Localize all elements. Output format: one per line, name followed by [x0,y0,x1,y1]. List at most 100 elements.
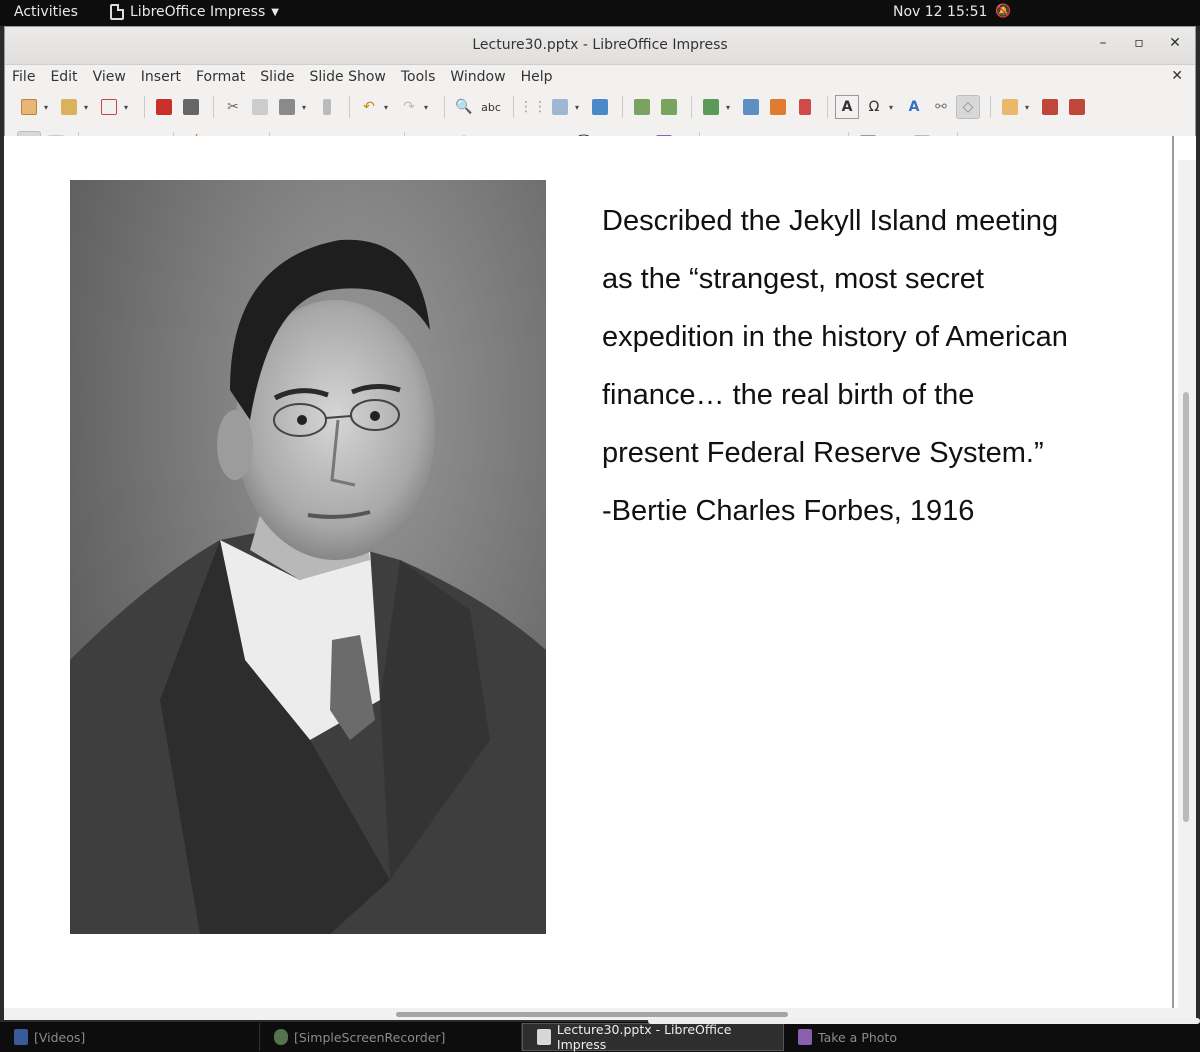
new-document-icon[interactable] [17,95,41,119]
start-from-first-icon[interactable] [1038,95,1062,119]
folder-icon [14,1029,28,1045]
views-dropdown-icon[interactable]: ▾ [575,103,583,112]
menu-slide-show[interactable]: Slide Show [308,69,392,85]
toolbar-separator [990,96,991,118]
menu-window[interactable]: Window [449,69,512,85]
export-pdf-icon[interactable] [152,95,176,119]
taskbar-progress-indicator [648,1018,1200,1024]
quote-line: finance… the real birth of the [602,379,975,411]
open-folder-icon[interactable] [57,95,81,119]
menu-file[interactable]: File [11,69,42,85]
new-dropdown-icon[interactable]: ▾ [44,103,52,112]
standard-toolbar: ▾ ▾ ▾ ✂ ▾ ↶ ▾ ↷ ▾ 🔍 abc ⋮⋮ ▾ ▾ A Ω ▾ A ⚯ ◇ [5,89,1195,125]
image-icon[interactable] [739,95,763,119]
menu-view[interactable]: View [92,69,133,85]
save-icon[interactable] [97,95,121,119]
menu-slide[interactable]: Slide [259,69,301,85]
table-icon[interactable] [699,95,723,119]
cut-icon[interactable]: ✂ [221,95,245,119]
special-character-dropdown-icon[interactable]: ▾ [889,103,897,112]
menu-edit[interactable]: Edit [49,69,84,85]
menu-format[interactable]: Format [195,69,252,85]
clone-formatting-icon[interactable] [315,95,339,119]
close-button[interactable]: ✕ [1167,35,1183,51]
task-label: Lecture30.pptx - LibreOffice Impress [556,1022,732,1052]
toolbar-separator [213,96,214,118]
menu-bar: File Edit View Insert Format Slide Slide… [5,65,1195,89]
portrait-photo [70,180,546,934]
task-label: [Videos] [34,1029,86,1045]
quote-line: expedition in the history of American [602,321,1068,353]
toolbar-separator [349,96,350,118]
system-top-bar: Activities LibreOffice Impress ▼ Nov 12 … [0,0,1200,26]
task-label: [SimpleScreenRecorder] [294,1029,446,1045]
fontwork-icon[interactable]: A [902,95,926,119]
vertical-scrollbar[interactable] [1178,160,1196,1008]
vertical-scroll-thumb[interactable] [1183,392,1189,822]
toolbar-separator [827,96,828,118]
maximize-button[interactable]: ▫ [1131,35,1147,51]
task-libreoffice-impress[interactable]: Lecture30.pptx - LibreOffice Impress [522,1022,784,1052]
camera-icon [798,1029,812,1045]
task-videos[interactable]: [Videos] [0,1023,260,1051]
menu-help[interactable]: Help [520,69,560,85]
toolbar-separator [622,96,623,118]
activities-button[interactable]: Activities [14,4,78,20]
app-menu[interactable]: LibreOffice Impress ▼ [110,4,279,20]
hyperlink-icon[interactable]: ⚯ [929,95,953,119]
start-from-current-icon[interactable] [1065,95,1089,119]
paste-icon[interactable] [275,95,299,119]
print-icon[interactable] [179,95,203,119]
window-title: Lecture30.pptx - LibreOffice Impress [472,37,728,53]
clock[interactable]: Nov 12 15:51 [893,4,987,20]
find-replace-icon[interactable]: 🔍 [452,95,476,119]
text-box-icon[interactable]: A [835,95,859,119]
taskbar: [Videos] [SimpleScreenRecorder] Lecture3… [0,1022,1200,1052]
task-simplescreenrecorder[interactable]: [SimpleScreenRecorder] [260,1023,522,1051]
chart-icon[interactable] [793,95,817,119]
document-icon [110,4,124,20]
grid-icon[interactable]: ⋮⋮ [519,95,547,119]
undo-icon[interactable]: ↶ [357,95,381,119]
master-slide-icon[interactable] [588,95,612,119]
open-dropdown-icon[interactable]: ▾ [84,103,92,112]
notifications-muted-icon[interactable]: 🔕 [995,4,1011,19]
slide-content: Described the Jekyll Island meeting as t… [12,136,1174,1008]
table-dropdown-icon[interactable]: ▾ [726,103,734,112]
quote-attribution: -Bertie Charles Forbes, 1916 [602,495,975,527]
duplicate-slide-icon[interactable] [657,95,681,119]
horizontal-scroll-thumb[interactable] [396,1012,788,1017]
toolbar-separator [144,96,145,118]
media-icon[interactable] [766,95,790,119]
toolbar-separator [513,96,514,118]
minimize-button[interactable]: – [1095,35,1111,51]
copy-icon[interactable] [248,95,272,119]
save-dropdown-icon[interactable]: ▾ [124,103,132,112]
show-draw-functions-icon[interactable] [998,95,1022,119]
spelling-icon[interactable]: abc [479,95,503,119]
paste-dropdown-icon[interactable]: ▾ [302,103,310,112]
toolbar-separator [444,96,445,118]
special-character-icon[interactable]: Ω [862,95,886,119]
recorder-icon [274,1029,288,1045]
document-canvas[interactable]: Described the Jekyll Island meeting as t… [4,136,1196,1008]
toolbar-separator [691,96,692,118]
impress-icon [537,1029,551,1045]
quote-line: as the “strangest, most secret [602,263,984,295]
quote-line: Described the Jekyll Island meeting [602,205,1059,237]
task-take-a-photo[interactable]: Take a Photo [784,1023,984,1051]
app-menu-label: LibreOffice Impress [130,4,266,20]
quote-text-box[interactable]: Described the Jekyll Island meeting as t… [602,192,1142,540]
shapes-icon[interactable]: ◇ [956,95,980,119]
draw-dropdown-icon[interactable]: ▾ [1025,103,1033,112]
close-document-icon[interactable]: ✕ [1171,68,1183,84]
display-views-icon[interactable] [548,95,572,119]
quote-line: present Federal Reserve System.” [602,437,1044,469]
redo-icon[interactable]: ↷ [397,95,421,119]
new-slide-icon[interactable] [630,95,654,119]
menu-tools[interactable]: Tools [400,69,443,85]
undo-dropdown-icon[interactable]: ▾ [384,103,392,112]
redo-dropdown-icon[interactable]: ▾ [424,103,432,112]
title-bar[interactable]: Lecture30.pptx - LibreOffice Impress – ▫… [5,27,1195,65]
menu-insert[interactable]: Insert [140,69,188,85]
